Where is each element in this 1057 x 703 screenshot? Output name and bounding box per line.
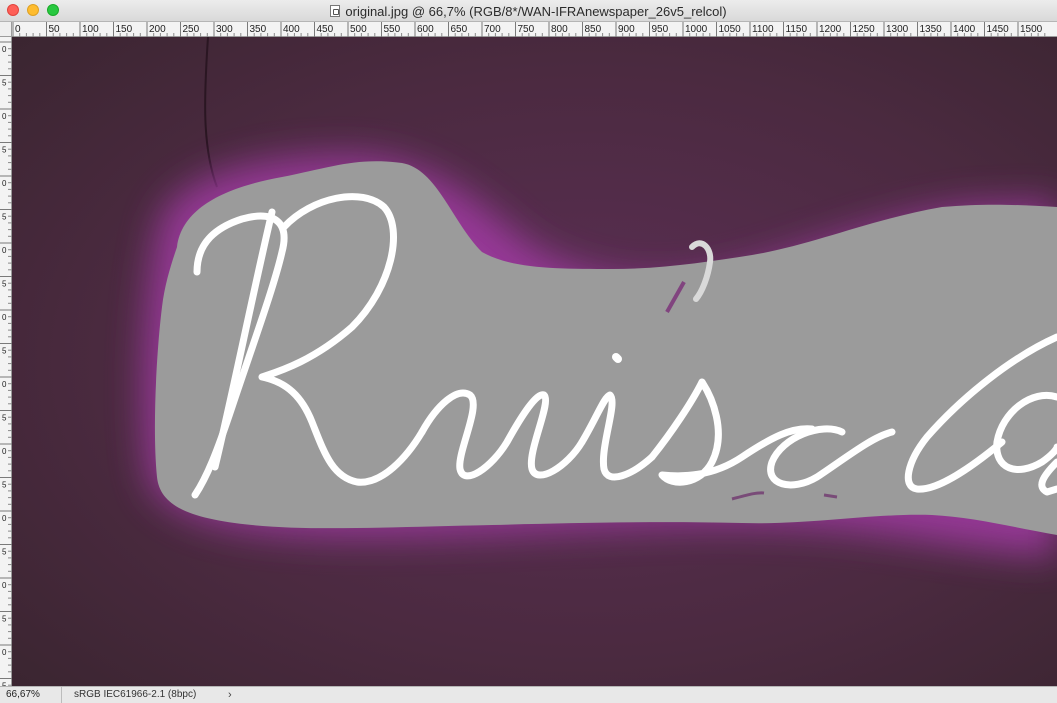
- ruler-label: 700: [484, 24, 501, 35]
- ruler-label: 5: [2, 280, 7, 289]
- ruler-label: 0: [15, 24, 21, 35]
- ruler-label: 0: [2, 380, 7, 389]
- ruler-label: 0: [2, 581, 7, 590]
- ruler-label: 450: [317, 24, 334, 35]
- ruler-label: 200: [149, 24, 166, 35]
- color-profile-info: sRGB IEC61966-2.1 (8bpc): [74, 689, 197, 700]
- ruler-label: 5: [2, 79, 7, 88]
- ruler-label: 650: [451, 24, 468, 35]
- ruler-label: 950: [652, 24, 669, 35]
- ruler-label: 1150: [786, 24, 808, 35]
- ruler-label: 5: [2, 615, 7, 624]
- photo-neon-sign: [12, 37, 1057, 686]
- ruler-label: 5: [2, 481, 7, 490]
- horizontal-ruler-ticks: 0 50 100 150 200 250 300 350 400 450 500 550 600 650 7…: [12, 22, 1046, 37]
- ruler-label: 0: [2, 179, 7, 188]
- ruler-label: 0: [2, 45, 7, 54]
- ruler-label: 5: [2, 414, 7, 423]
- ruler-label: 750: [518, 24, 535, 35]
- ruler-label: 1100: [752, 24, 774, 35]
- ruler-label: 850: [585, 24, 602, 35]
- document-canvas[interactable]: [12, 37, 1057, 686]
- ruler-label: 600: [417, 24, 434, 35]
- ruler-label: 5: [2, 548, 7, 557]
- vertical-ruler[interactable]: 05050505050505050505: [0, 22, 12, 686]
- ruler-label: 900: [618, 24, 635, 35]
- ruler-label: 0: [2, 514, 7, 523]
- ruler-label: 1050: [719, 24, 742, 35]
- status-menu-arrow-icon[interactable]: ›: [228, 687, 232, 703]
- ruler-label: 1000: [685, 24, 708, 35]
- ruler-label: 0: [2, 112, 7, 121]
- ruler-label: 0: [2, 447, 7, 456]
- ruler-label: 5: [2, 213, 7, 222]
- ruler-label: 1400: [953, 24, 976, 35]
- ruler-label: 800: [551, 24, 568, 35]
- window-title-area: original.jpg @ 66,7% (RGB/8*/WAN-IFRAnew…: [0, 0, 1057, 22]
- ruler-label: 550: [384, 24, 401, 35]
- ruler-label: 0: [2, 313, 7, 322]
- ruler-label: 1350: [920, 24, 943, 35]
- stroke-shadow-2: [823, 493, 838, 499]
- ruler-label: 150: [116, 24, 133, 35]
- zoom-level-field[interactable]: 66,67%: [0, 687, 62, 703]
- ruler-label: 0: [2, 648, 7, 657]
- ruler-label: 50: [49, 24, 61, 35]
- window-title: original.jpg @ 66,7% (RGB/8*/WAN-IFRAnew…: [345, 3, 727, 19]
- ruler-label: 400: [283, 24, 300, 35]
- vertical-ruler-ticks: 05050505050505050505: [0, 41, 12, 686]
- ruler-label: 5: [2, 347, 7, 356]
- ruler-label: 1500: [1020, 24, 1043, 35]
- title-bar: original.jpg @ 66,7% (RGB/8*/WAN-IFRAnew…: [0, 0, 1057, 22]
- ruler-label: 250: [183, 24, 200, 35]
- ruler-label: 1250: [853, 24, 876, 35]
- ruler-label: 500: [350, 24, 367, 35]
- ruler-label: 1300: [886, 24, 909, 35]
- horizontal-ruler[interactable]: 0 50 100 150 200 250 300 350 400 450 500 550 600 650 7…: [12, 22, 1057, 37]
- ruler-origin-corner[interactable]: [0, 22, 12, 37]
- ruler-label: 1450: [987, 24, 1010, 35]
- ruler-label: 5: [2, 146, 7, 155]
- ruler-label: 350: [250, 24, 267, 35]
- ruler-label: 300: [216, 24, 233, 35]
- ruler-label: 0: [2, 246, 7, 255]
- ruler-label: 100: [82, 24, 99, 35]
- status-bar: 66,67% sRGB IEC61966-2.1 (8bpc) ›: [0, 686, 1057, 703]
- ruler-label: 1200: [819, 24, 842, 35]
- document-icon: [330, 5, 341, 17]
